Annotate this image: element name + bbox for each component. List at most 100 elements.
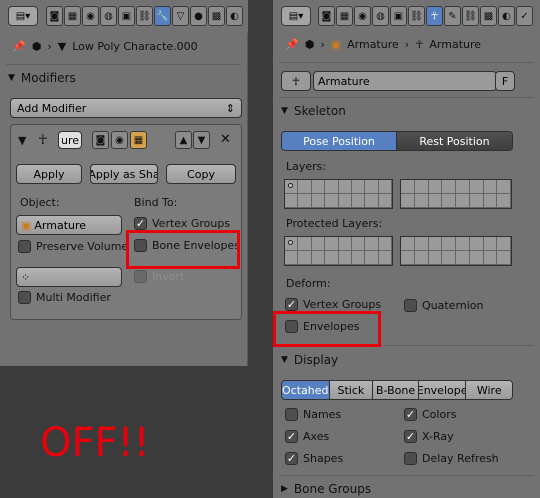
add-modifier-label: Add Modifier (17, 101, 87, 115)
shapes-label: Shapes (303, 452, 344, 465)
preserve-volume-checkbox[interactable]: Preserve Volume (18, 240, 128, 253)
scripts-tab-icon[interactable]: ✓ (516, 6, 533, 26)
data-tab-icon[interactable]: ▽ (172, 6, 189, 26)
add-modifier-dropdown[interactable]: Add Modifier ⇕ (10, 98, 242, 118)
pin-icon[interactable]: 📌 (285, 38, 299, 51)
vertex-group-field[interactable]: ⁘ (16, 267, 122, 287)
vertex-groups-checkbox[interactable]: ✓ Vertex Groups (134, 217, 230, 230)
physics-tab-icon[interactable]: ◐ (226, 6, 243, 26)
render-toggle-icon[interactable]: ◙ (92, 131, 109, 149)
vertex-groups-checkbox[interactable]: ✓ Vertex Groups (285, 298, 381, 311)
world-tab-icon[interactable]: ◍ (100, 6, 117, 26)
constraints-tab-icon[interactable]: ⛓ (408, 6, 425, 26)
names-label: Names (303, 408, 342, 421)
armature-name-field[interactable]: Armature (313, 71, 497, 91)
object-label: Object: (20, 196, 60, 209)
armature-data-tab-icon[interactable]: ☥ (426, 6, 443, 26)
bone-tab-icon[interactable]: ✎ (444, 6, 461, 26)
checkbox-empty-icon (404, 452, 417, 465)
multi-modifier-checkbox[interactable]: Multi Modifier (18, 291, 111, 304)
scene-tab-icon[interactable]: ◉ (82, 6, 99, 26)
viewport-toggle-icon[interactable]: ◉ (111, 131, 128, 149)
quaternion-checkbox[interactable]: Quaternion (404, 299, 484, 312)
world-tab-icon[interactable]: ◍ (372, 6, 389, 26)
layers-grid-right[interactable] (400, 179, 512, 209)
section-title: Modifiers (20, 71, 76, 85)
move-down-icon[interactable]: ▼ (193, 131, 210, 149)
editor-type-selector[interactable]: ▤▾ (8, 6, 38, 26)
texture-tab-icon[interactable]: ▩ (480, 6, 497, 26)
layers-grid-left[interactable] (284, 179, 393, 209)
constraints-tab-icon[interactable]: ⛓ (136, 6, 153, 26)
modifiers-section-header[interactable]: ▼ Modifiers (8, 71, 76, 85)
apply-button[interactable]: Apply (16, 164, 82, 184)
section-title: Display (293, 353, 339, 367)
apply-as-shape-label: Apply as Sha (90, 167, 158, 181)
protected-layers-grid-right[interactable] (400, 236, 512, 266)
object-tab-icon[interactable]: ▣ (390, 6, 407, 26)
xray-checkbox[interactable]: ✓ X-Ray (404, 430, 454, 443)
display-section-header[interactable]: ▼ Display (281, 353, 338, 367)
display-mode-wire[interactable]: Wire (466, 381, 512, 399)
checkbox-empty-icon (404, 299, 417, 312)
editmode-toggle-icon[interactable]: ▦ (130, 131, 147, 149)
vertex-groups-label: Vertex Groups (303, 298, 382, 311)
checkbox-empty-icon (18, 291, 31, 304)
vertex-groups-label: Vertex Groups (152, 217, 231, 230)
render-layers-tab-icon[interactable]: ▦ (336, 6, 353, 26)
scene-tab-icon[interactable]: ◉ (354, 6, 371, 26)
texture-tab-icon[interactable]: ▩ (208, 6, 225, 26)
breadcrumb-data-name: Armature (429, 38, 482, 51)
bone-constraints-tab-icon[interactable]: ⛓ (462, 6, 479, 26)
copy-label: Copy (187, 167, 215, 181)
display-mode-bbone[interactable]: B-Bone (373, 381, 419, 399)
render-tab-icon[interactable]: ◙ (318, 6, 335, 26)
armature-datablock-icon[interactable]: ☥ (281, 71, 311, 91)
render-layers-tab-icon[interactable]: ▦ (64, 6, 81, 26)
armature-properties-panel: ▤▾ ◙ ▦ ◉ ◍ ▣ ⛓ ☥ ✎ ⛓ ▩ ◐ ✓ 📌 ⬢ › ▣ Armat… (273, 0, 540, 498)
checkbox-checked-icon: ✓ (134, 217, 147, 230)
pose-position-button[interactable]: Pose Position (282, 132, 397, 150)
display-mode-selector: Octahed Stick B-Bone Envelope Wire (281, 380, 513, 400)
chevron-right-icon: › (404, 38, 410, 51)
editor-type-selector[interactable]: ▤▾ (281, 6, 311, 26)
close-icon[interactable]: ✕ (220, 132, 231, 147)
render-tab-icon[interactable]: ◙ (46, 6, 63, 26)
editor-divider (248, 0, 273, 498)
rest-position-button[interactable]: Rest Position (397, 132, 512, 150)
apply-as-shape-button[interactable]: Apply as Sha (90, 164, 158, 184)
fake-user-button[interactable]: F (495, 71, 515, 91)
object-field[interactable]: ▣ Armature (16, 215, 122, 235)
collapse-triangle-icon[interactable]: ▼ (18, 134, 26, 147)
apply-label: Apply (33, 167, 65, 181)
material-tab-icon[interactable]: ● (190, 6, 207, 26)
physics-tab-icon[interactable]: ◐ (498, 6, 515, 26)
modifiers-tab-icon[interactable]: 🔧 (154, 6, 171, 26)
bone-groups-section-header[interactable]: ▶ Bone Groups (281, 482, 371, 496)
invert-checkbox[interactable]: Invert (134, 270, 184, 283)
armature-icon: ☥ (415, 38, 424, 51)
names-checkbox[interactable]: Names (285, 408, 341, 421)
modifier-name-field[interactable]: ure (58, 131, 82, 149)
display-mode-octahedral[interactable]: Octahed (282, 381, 330, 399)
shapes-checkbox[interactable]: ✓ Shapes (285, 452, 343, 465)
updown-arrow-icon: ⇕ (225, 101, 235, 115)
object-tab-icon[interactable]: ▣ (118, 6, 135, 26)
expand-triangle-icon: ▼ (8, 73, 15, 83)
colors-checkbox[interactable]: ✓ Colors (404, 408, 456, 421)
delay-refresh-checkbox[interactable]: Delay Refresh (404, 452, 499, 465)
object-icon: ⬢ (31, 40, 42, 53)
bind-to-label: Bind To: (134, 196, 178, 209)
skeleton-section-header[interactable]: ▼ Skeleton (281, 104, 346, 118)
protected-layers-label: Protected Layers: (286, 217, 383, 230)
pin-icon[interactable]: 📌 (12, 40, 26, 53)
axes-checkbox[interactable]: ✓ Axes (285, 430, 329, 443)
display-mode-stick[interactable]: Stick (329, 381, 374, 399)
move-up-icon[interactable]: ▲ (175, 131, 192, 149)
preserve-volume-label: Preserve Volume (36, 240, 129, 253)
display-mode-envelope[interactable]: Envelope (418, 381, 467, 399)
deform-label: Deform: (286, 277, 331, 290)
protected-layers-grid-left[interactable] (284, 236, 393, 266)
copy-button[interactable]: Copy (166, 164, 236, 184)
modifier-name-value: ure (60, 133, 80, 147)
